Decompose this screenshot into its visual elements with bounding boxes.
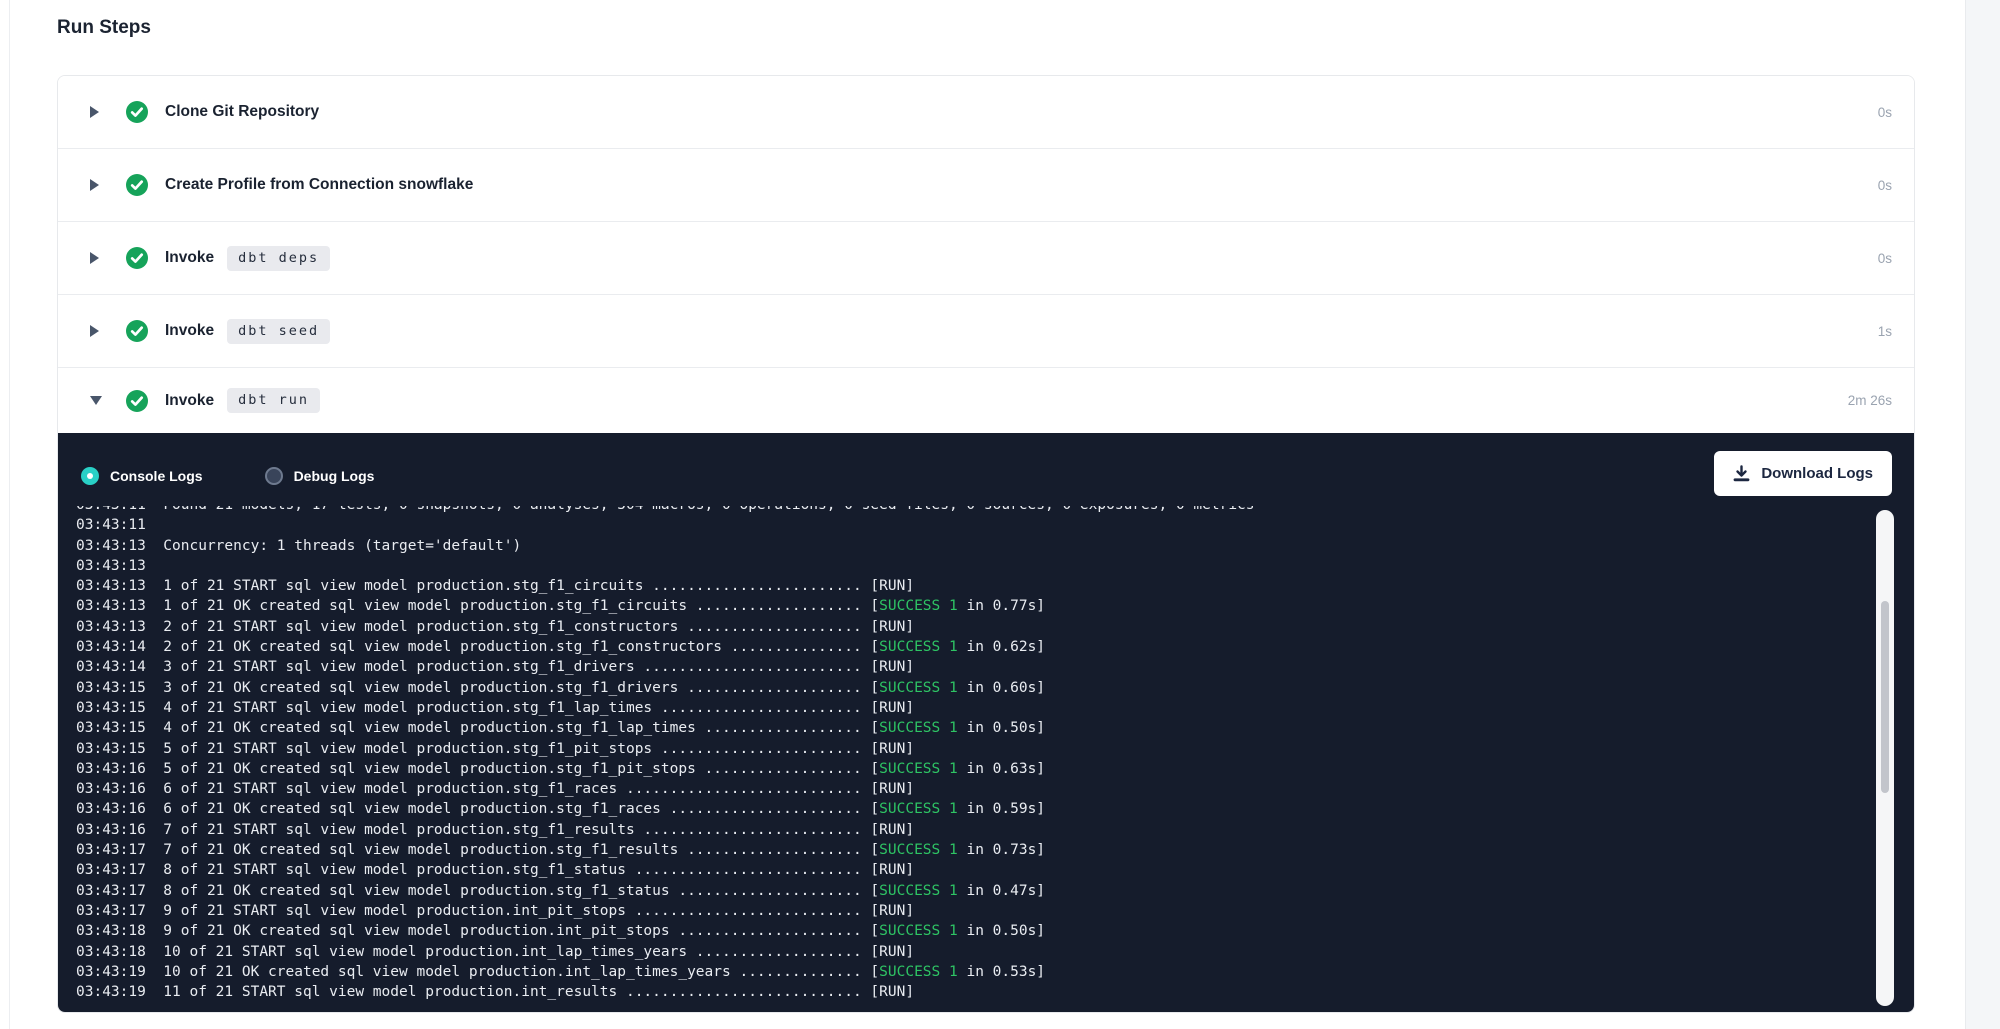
log-line: 03:43:17 7 of 21 OK created sql view mod… [76,840,1870,860]
console-logs-radio[interactable] [81,467,99,485]
step-duration: 2m 26s [1848,393,1914,408]
log-line: 03:43:13 Concurrency: 1 threads (target=… [76,536,1870,556]
run-steps-list: Clone Git Repository 0s Create Profile f… [58,76,1914,433]
step-duration: 0s [1878,251,1914,266]
run-step-row[interactable]: Invoke dbt run 2m 26s [58,368,1914,433]
chevron-icon[interactable] [90,396,104,405]
log-terminal-panel: Console Logs Debug Logs Download Logs 03… [58,433,1914,1013]
chevron-icon[interactable] [90,179,104,191]
debug-logs-label[interactable]: Debug Logs [294,468,375,484]
step-label: Clone Git Repository [165,103,319,121]
chevron-icon[interactable] [90,325,104,337]
page-title: Run Steps [57,17,151,39]
log-line: 03:43:16 7 of 21 START sql view model pr… [76,820,1870,840]
step-label: Invoke [165,392,214,410]
log-line: 03:43:13 1 of 21 START sql view model pr… [76,576,1870,596]
log-line: 03:43:13 [76,556,1870,576]
download-logs-label: Download Logs [1761,465,1873,482]
chevron-icon[interactable] [90,252,104,264]
step-label: Create Profile from Connection snowflake [165,176,473,194]
command-badge: dbt deps [227,246,330,271]
log-line: 03:43:14 3 of 21 START sql view model pr… [76,657,1870,677]
log-line: 03:43:19 11 of 21 START sql view model p… [76,982,1870,1002]
console-logs-label[interactable]: Console Logs [110,468,203,484]
download-icon [1733,465,1750,482]
run-step-row[interactable]: Invoke dbt deps 0s [58,222,1914,295]
step-duration: 1s [1878,324,1914,339]
check-circle-icon [126,390,148,412]
log-line: 03:43:15 4 of 21 START sql view model pr… [76,698,1870,718]
step-duration: 0s [1878,178,1914,193]
run-step-row[interactable]: Create Profile from Connection snowflake… [58,149,1914,222]
log-line: 03:43:17 9 of 21 START sql view model pr… [76,901,1870,921]
log-line: 03:43:15 4 of 21 OK created sql view mod… [76,718,1870,738]
log-scrollbar-track[interactable] [1876,510,1894,1006]
log-line: 03:43:13 2 of 21 START sql view model pr… [76,617,1870,637]
check-circle-icon [126,101,148,123]
log-line: 03:43:16 6 of 21 OK created sql view mod… [76,799,1870,819]
log-line: 03:43:11 [76,515,1870,535]
step-duration: 0s [1878,105,1914,120]
log-toolbar: Console Logs Debug Logs [81,467,374,485]
page-left-divider [9,0,10,1029]
log-line: 03:43:17 8 of 21 OK created sql view mod… [76,881,1870,901]
command-badge: dbt run [227,388,320,413]
log-line: 03:43:19 10 of 21 OK created sql view mo… [76,962,1870,982]
step-label: Invoke [165,322,214,340]
log-line: 03:43:17 8 of 21 START sql view model pr… [76,860,1870,880]
log-line: 03:43:18 9 of 21 OK created sql view mod… [76,921,1870,941]
command-badge: dbt seed [227,319,330,344]
log-line: 03:43:14 2 of 21 OK created sql view mod… [76,637,1870,657]
chevron-icon[interactable] [90,106,104,118]
run-step-row[interactable]: Clone Git Repository 0s [58,76,1914,149]
log-line: 03:43:13 1 of 21 OK created sql view mod… [76,596,1870,616]
check-circle-icon [126,320,148,342]
page-right-gutter [1965,0,2000,1029]
log-line: 03:43:11 Found 21 models, 17 tests, 0 sn… [76,506,1870,515]
log-line: 03:43:16 6 of 21 START sql view model pr… [76,779,1870,799]
run-step-row[interactable]: Invoke dbt seed 1s [58,295,1914,368]
log-scrollbar-thumb[interactable] [1881,601,1889,793]
check-circle-icon [126,174,148,196]
console-log-output[interactable]: 03:43:11 Found 21 models, 17 tests, 0 sn… [76,506,1870,1006]
download-logs-button[interactable]: Download Logs [1714,451,1892,496]
run-steps-card: Clone Git Repository 0s Create Profile f… [57,75,1915,1013]
log-line: 03:43:15 3 of 21 OK created sql view mod… [76,678,1870,698]
log-line: 03:43:16 5 of 21 OK created sql view mod… [76,759,1870,779]
debug-logs-radio[interactable] [265,467,283,485]
log-line: 03:43:18 10 of 21 START sql view model p… [76,942,1870,962]
check-circle-icon [126,247,148,269]
step-label: Invoke [165,249,214,267]
log-line: 03:43:15 5 of 21 START sql view model pr… [76,739,1870,759]
